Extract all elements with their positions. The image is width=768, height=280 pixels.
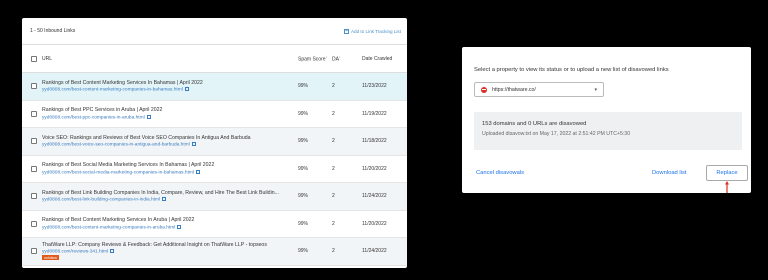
table-header-row: URL Spam Score↕ DA↕ Date Crawled bbox=[22, 44, 407, 73]
row-checkbox[interactable] bbox=[31, 220, 37, 227]
spam-score: 99% bbox=[298, 220, 309, 227]
external-link-icon[interactable] bbox=[110, 249, 115, 254]
spam-score: 99% bbox=[298, 248, 309, 255]
replace-button[interactable]: Replace bbox=[706, 165, 748, 181]
row-checkbox[interactable] bbox=[31, 248, 37, 255]
property-value: https://thatware.co/ bbox=[492, 86, 536, 93]
inbound-links-panel: 1 - 50 Inbound Links + Add to Link Track… bbox=[22, 18, 407, 268]
date-crawled: 11/18/2022 bbox=[362, 138, 387, 145]
sort-icon: ↕ bbox=[338, 54, 341, 59]
domain-authority: 2 bbox=[332, 138, 335, 145]
spam-score: 99% bbox=[298, 138, 309, 145]
plus-icon: + bbox=[343, 27, 349, 34]
external-link-icon[interactable] bbox=[191, 142, 196, 147]
spam-score: 99% bbox=[298, 193, 309, 200]
link-title: Rankings of Best Content Marketing Servi… bbox=[42, 217, 195, 224]
table-row: Voice SEO: Rankings and Reviews of Best … bbox=[22, 127, 407, 155]
download-list-button[interactable]: Download list bbox=[652, 170, 686, 176]
row-checkbox[interactable] bbox=[31, 83, 37, 90]
disavow-status: 153 domains and 0 URLs are disavowed bbox=[482, 121, 587, 127]
date-crawled: 11/24/2022 bbox=[362, 248, 387, 255]
link-url[interactable]: yyd0808.com/best-ppc-companies-in-aruba.… bbox=[42, 114, 298, 120]
row-checkbox[interactable] bbox=[31, 138, 37, 145]
table-row: Rankings of Best Link Building Companies… bbox=[22, 182, 407, 210]
date-crawled: 11/20/2022 bbox=[362, 220, 387, 227]
external-link-icon[interactable] bbox=[184, 87, 189, 92]
table-row: Rankings of Best Content Marketing Servi… bbox=[22, 210, 407, 238]
panel-header: 1 - 50 Inbound Links + Add to Link Track… bbox=[22, 18, 407, 44]
table-row: Rankings of Best Social Media Marketing … bbox=[22, 155, 407, 183]
range-label: 1 - 50 Inbound Links bbox=[30, 28, 76, 34]
table-row: Rankings of Best Content Marketing Servi… bbox=[22, 72, 407, 100]
chevron-down-icon: ▾ bbox=[594, 86, 597, 93]
link-title: ThatWare LLP: Company Reviews & Feedback… bbox=[42, 241, 267, 248]
date-crawled: 11/20/2022 bbox=[362, 165, 387, 172]
link-url[interactable]: yyd0808.com/best-link-building-companies… bbox=[42, 197, 298, 203]
select-all-checkbox[interactable] bbox=[31, 55, 37, 62]
external-link-icon[interactable] bbox=[162, 197, 167, 202]
link-url[interactable]: yyd0808.com/best-voice-seo-companies-in-… bbox=[42, 142, 298, 148]
date-crawled: 11/24/2022 bbox=[362, 193, 387, 200]
arrow-up-icon bbox=[725, 181, 729, 193]
domain-authority: 2 bbox=[332, 220, 335, 227]
link-url[interactable]: yyd0808.com/best-social-media-marketing-… bbox=[42, 169, 298, 175]
domain-authority: 2 bbox=[332, 83, 335, 90]
disavow-panel: Select a property to view its status or … bbox=[462, 47, 751, 193]
add-to-tracking-button[interactable]: + Add to Link Tracking List bbox=[343, 27, 401, 34]
link-title: Voice SEO: Rankings and Reviews of Best … bbox=[42, 134, 251, 141]
domain-authority: 2 bbox=[332, 248, 335, 255]
upload-info: Uploaded disavow.txt on May 17, 2022 at … bbox=[482, 131, 631, 137]
add-to-tracking-label: Add to Link Tracking List bbox=[350, 28, 401, 34]
link-title: Rankings of Best Link Building Companies… bbox=[42, 189, 279, 196]
spam-score: 99% bbox=[298, 83, 309, 90]
external-link-icon[interactable] bbox=[195, 169, 200, 174]
inbound-links-table: URL Spam Score↕ DA↕ Date Crawled Ranking… bbox=[22, 44, 407, 266]
disavow-status-box: 153 domains and 0 URLs are disavowed Upl… bbox=[474, 112, 742, 150]
link-url[interactable]: yyd0808.com/reviews-341.html bbox=[42, 249, 298, 254]
disavow-prompt: Select a property to view its status or … bbox=[474, 67, 669, 73]
domain-authority: 2 bbox=[332, 165, 335, 172]
table-row: ThatWare LLP: Company Reviews & Feedback… bbox=[22, 237, 407, 265]
nofollow-badge: nofollow bbox=[42, 255, 59, 261]
row-checkbox[interactable] bbox=[31, 165, 37, 172]
row-checkbox[interactable] bbox=[31, 110, 37, 117]
spam-score-column-header[interactable]: Spam Score↕ bbox=[298, 45, 332, 73]
external-link-icon[interactable] bbox=[146, 114, 151, 119]
link-title: Rankings of Best PPC Services in Aruba |… bbox=[42, 107, 163, 114]
link-url[interactable]: yyd0808.com/best-content-marketing-compa… bbox=[42, 224, 298, 230]
url-column-header[interactable]: URL bbox=[42, 45, 298, 73]
link-title: Rankings of Best Social Media Marketing … bbox=[42, 162, 215, 169]
cancel-disavowals-button[interactable]: Cancel disavowals bbox=[476, 170, 524, 176]
date-crawled-column-header[interactable]: Date Crawled bbox=[362, 45, 407, 73]
date-crawled: 11/19/2022 bbox=[362, 110, 387, 117]
domain-authority: 2 bbox=[332, 110, 335, 117]
domain-authority: 2 bbox=[332, 193, 335, 200]
block-icon bbox=[481, 86, 487, 93]
property-select[interactable]: https://thatware.co/ ▾ bbox=[474, 82, 604, 97]
date-crawled: 11/23/2022 bbox=[362, 83, 387, 90]
sort-icon: ↕ bbox=[325, 54, 328, 59]
row-checkbox[interactable] bbox=[31, 193, 37, 200]
link-title: Rankings of Best Content Marketing Servi… bbox=[42, 79, 203, 86]
table-row: Rankings of Best PPC Services in Aruba |… bbox=[22, 100, 407, 128]
spam-score: 99% bbox=[298, 165, 309, 172]
external-link-icon[interactable] bbox=[177, 224, 182, 229]
link-url[interactable]: yyd0808.com/best-content-marketing-compa… bbox=[42, 87, 298, 93]
da-column-header[interactable]: DA↕ bbox=[332, 45, 362, 73]
spam-score: 99% bbox=[298, 110, 309, 117]
